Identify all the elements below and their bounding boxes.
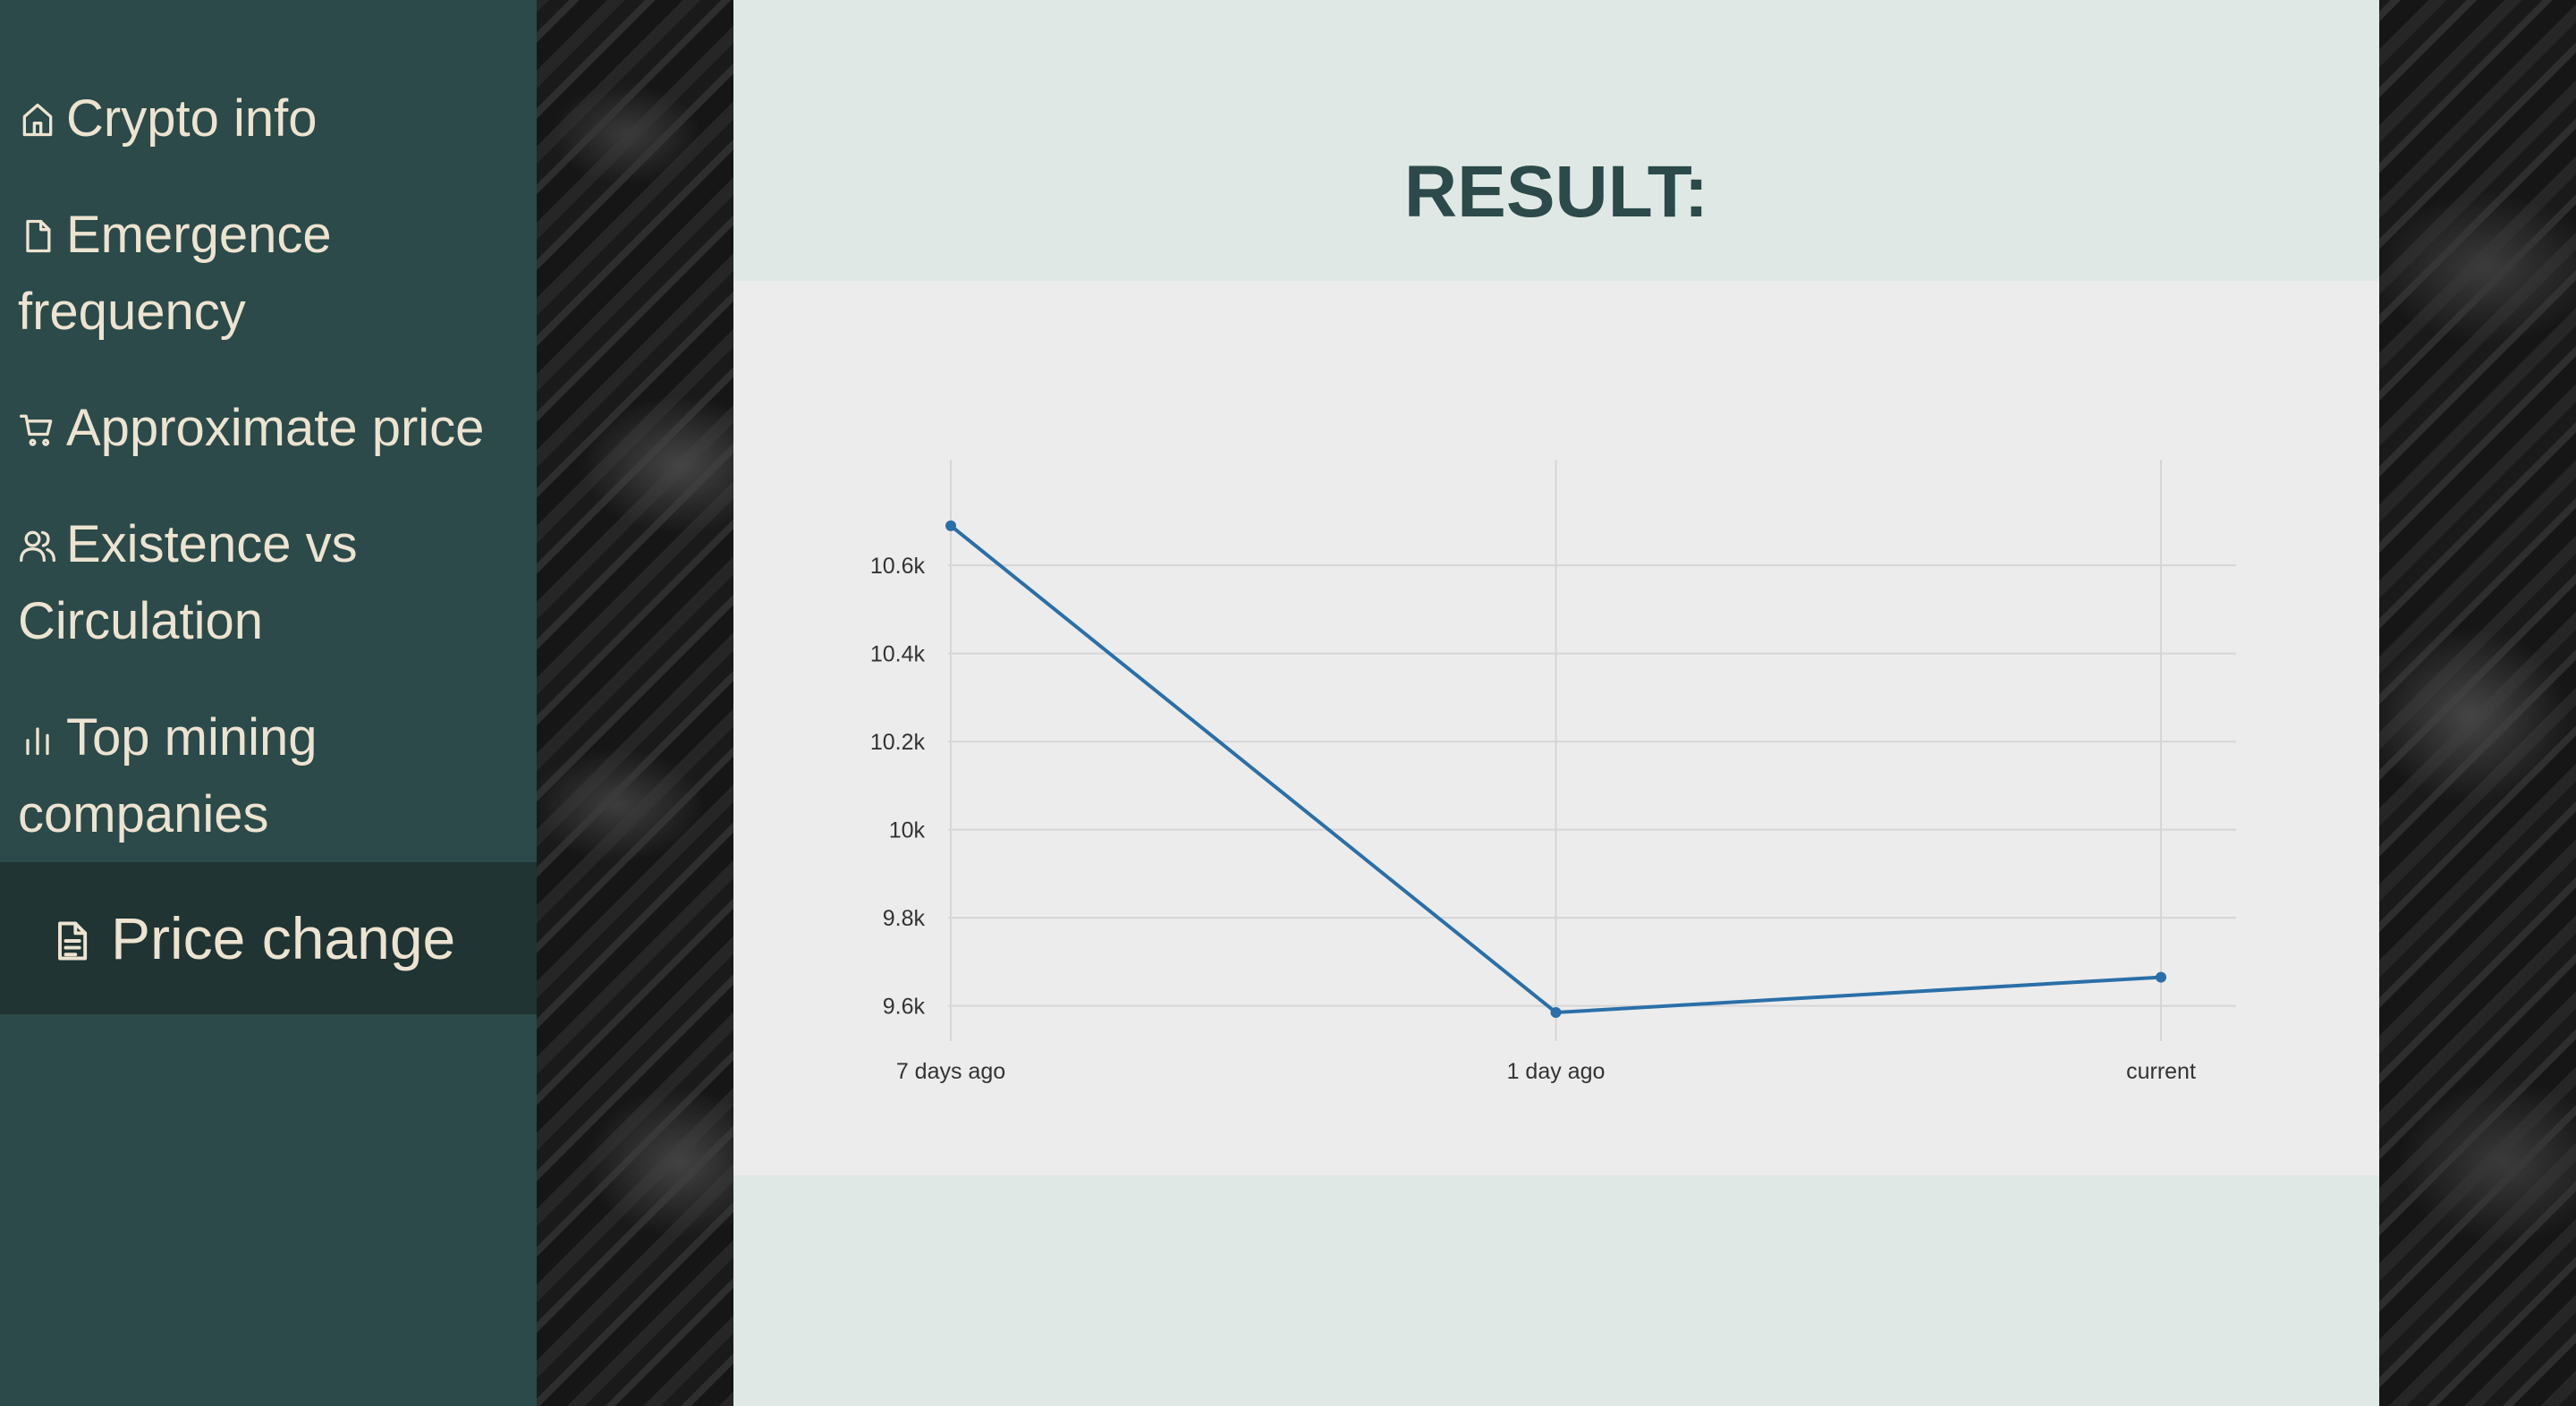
home-icon [18, 84, 59, 137]
sidebar-item-price-change[interactable]: Price change [0, 862, 537, 1014]
y-tick-label: 9.8k [883, 906, 926, 931]
x-tick-label: 1 day ago [1507, 1059, 1606, 1084]
y-tick-label: 9.6k [883, 995, 926, 1020]
result-title: RESULT: [1403, 151, 1709, 233]
users-icon [18, 510, 59, 563]
sidebar-item-label: Existence vs Circulation [18, 515, 358, 650]
file-icon [18, 200, 59, 253]
sidebar-item-label: Crypto info [66, 89, 318, 148]
sidebar-item-top-mining-companies[interactable]: Top mining companies [0, 699, 537, 853]
y-tick-label: 10.4k [870, 642, 926, 667]
data-point [945, 520, 956, 531]
price-change-chart: 9.6k 9.8k 10k 10.2k 10.4k 10.6k 7 days ago 1 da… [733, 281, 2379, 1175]
data-point [1550, 1006, 1562, 1018]
x-tick-label: 7 days ago [896, 1059, 1005, 1084]
sidebar-item-label: Top mining companies [18, 708, 318, 843]
cart-icon [18, 394, 59, 446]
main-content: RESULT: 9.6k 9.8k 10k 10.2k 10.4k 10.6k 7 days… [733, 0, 2379, 1406]
y-tick-label: 10k [889, 818, 926, 843]
bar-chart-icon [18, 703, 59, 756]
line-chart: 9.6k 9.8k 10k 10.2k 10.4k 10.6k 7 days ago 1 da… [870, 460, 2236, 1084]
sidebar-item-label: Emergence frequency [18, 206, 332, 341]
file-text-icon [48, 894, 98, 961]
sidebar-item-label: Approximate price [66, 399, 485, 457]
sidebar-item-label: Price change [111, 905, 456, 971]
sidebar: Crypto info Emergence frequency Approxim… [0, 0, 537, 1406]
sidebar-item-approximate-price[interactable]: Approximate price [0, 390, 537, 467]
sidebar-item-emergence-frequency[interactable]: Emergence frequency [0, 197, 537, 351]
sidebar-item-crypto-info[interactable]: Crypto info [0, 80, 537, 157]
data-point [2156, 971, 2166, 983]
sidebar-item-existence-vs-circulation[interactable]: Existence vs Circulation [0, 506, 537, 660]
x-tick-label: current [2126, 1059, 2196, 1084]
y-tick-label: 10.2k [870, 730, 926, 755]
y-tick-label: 10.6k [870, 554, 926, 579]
